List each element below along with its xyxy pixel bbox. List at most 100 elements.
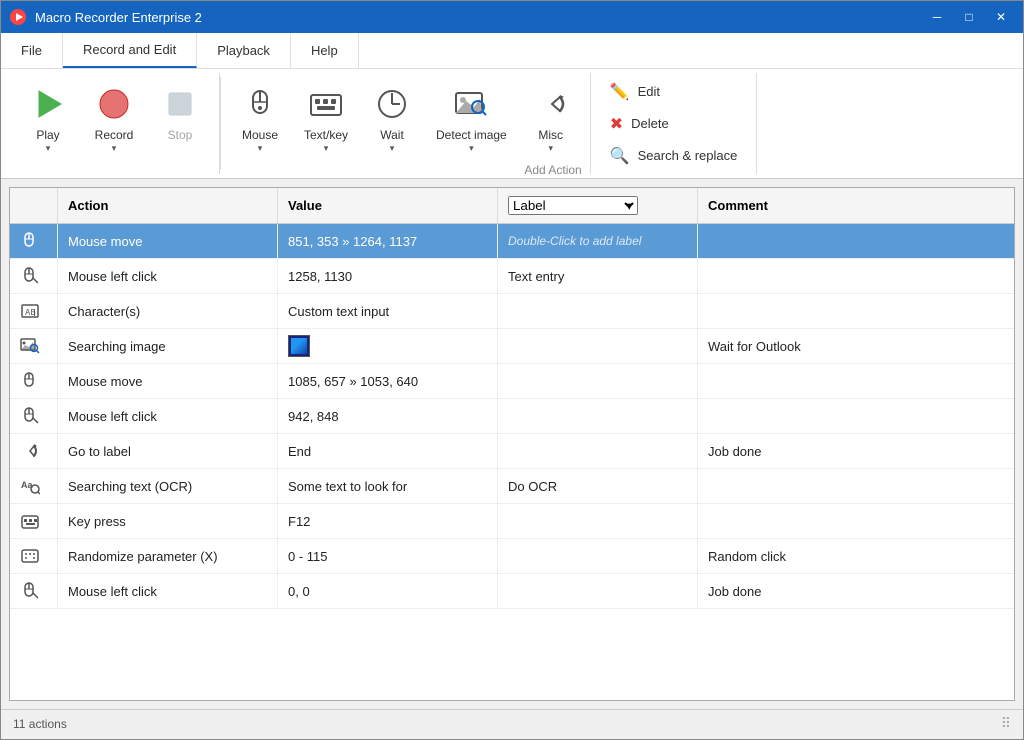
minimize-button[interactable]: ─: [923, 6, 951, 28]
record-icon: [92, 82, 136, 126]
maximize-button[interactable]: □: [955, 6, 983, 28]
delete-x-icon: ✖: [610, 114, 623, 134]
row-action: Mouse move: [58, 364, 278, 398]
row-icon-cell: [10, 434, 58, 468]
edit-pencil-icon: ✏️: [610, 82, 630, 102]
delete-button[interactable]: ✖ Delete: [603, 110, 745, 138]
window-title: Macro Recorder Enterprise 2: [35, 10, 202, 25]
mouse-icon: [238, 82, 282, 126]
table-row[interactable]: Mouse move1085, 657 » 1053, 640: [10, 364, 1014, 399]
table-row[interactable]: AaSearching text (OCR)Some text to look …: [10, 469, 1014, 504]
mouse-button[interactable]: Mouse ▾: [229, 77, 291, 159]
row-icon-cell: [10, 364, 58, 398]
row-label[interactable]: Do OCR: [498, 469, 698, 503]
row-action: Randomize parameter (X): [58, 539, 278, 573]
actions-count: 11 actions: [13, 717, 67, 731]
table-row[interactable]: Searching imageWait for Outlook: [10, 329, 1014, 364]
close-button[interactable]: ✕: [987, 6, 1015, 28]
row-action: Go to label: [58, 434, 278, 468]
row-label[interactable]: [498, 364, 698, 398]
row-icon-cell: AB: [10, 294, 58, 328]
play-button[interactable]: Play ▾: [17, 77, 79, 159]
menu-record-edit[interactable]: Record and Edit: [63, 33, 197, 68]
row-action: Mouse left click: [58, 259, 278, 293]
col-label: Label: [498, 188, 698, 223]
row-icon-cell: [10, 574, 58, 608]
table-row[interactable]: Mouse left click942, 848: [10, 399, 1014, 434]
row-action: Mouse left click: [58, 574, 278, 608]
main-content: Action Value Label Comment Mouse move851…: [9, 187, 1015, 701]
row-icon-cell: [10, 224, 58, 258]
title-bar: Macro Recorder Enterprise 2 ─ □ ✕: [1, 1, 1023, 33]
row-value: Some text to look for: [278, 469, 498, 503]
menu-bar: File Record and Edit Playback Help: [1, 33, 1023, 69]
row-label[interactable]: [498, 294, 698, 328]
row-value: End: [278, 434, 498, 468]
row-comment: Wait for Outlook: [698, 329, 1014, 363]
app-icon: [9, 8, 27, 26]
row-comment: Random click: [698, 539, 1014, 573]
table-row[interactable]: Key pressF12: [10, 504, 1014, 539]
label-placeholder: Double-Click to add label: [508, 234, 641, 248]
mouse-label: Mouse: [242, 128, 278, 142]
row-icon-cell: [10, 539, 58, 573]
col-action: Action: [58, 188, 278, 223]
row-value: 942, 848: [278, 399, 498, 433]
table-row[interactable]: Randomize parameter (X)0 - 115Random cli…: [10, 539, 1014, 574]
row-label[interactable]: [498, 539, 698, 573]
search-replace-icon: 🔍: [610, 146, 630, 166]
row-label[interactable]: [498, 504, 698, 538]
row-icon-cell: Aa: [10, 469, 58, 503]
row-value: [278, 329, 498, 363]
table-row[interactable]: Mouse left click1258, 1130Text entry: [10, 259, 1014, 294]
row-comment: Job done: [698, 574, 1014, 608]
table-body: Mouse move851, 353 » 1264, 1137Double-Cl…: [10, 224, 1014, 700]
record-button[interactable]: Record ▾: [83, 77, 145, 159]
row-value: F12: [278, 504, 498, 538]
edit-button[interactable]: ✏️ Edit: [603, 78, 745, 106]
row-label[interactable]: [498, 434, 698, 468]
row-comment: [698, 504, 1014, 538]
play-label: Play: [36, 128, 59, 142]
status-bar: 11 actions ⠿: [1, 709, 1023, 737]
row-label[interactable]: [498, 399, 698, 433]
menu-file[interactable]: File: [1, 33, 63, 68]
col-comment: Comment: [698, 188, 1014, 223]
stop-button[interactable]: Stop: [149, 77, 211, 147]
row-label[interactable]: [498, 574, 698, 608]
row-value: 1258, 1130: [278, 259, 498, 293]
table-row[interactable]: ABCharacter(s)Custom text input: [10, 294, 1014, 329]
detectimage-label: Detect image: [436, 128, 507, 142]
search-replace-label: Search & replace: [638, 148, 738, 163]
menu-help[interactable]: Help: [291, 33, 359, 68]
edit-label: Edit: [638, 84, 660, 99]
row-value: 1085, 657 » 1053, 640: [278, 364, 498, 398]
row-label[interactable]: Double-Click to add label: [498, 224, 698, 258]
row-comment: [698, 364, 1014, 398]
row-action: Searching text (OCR): [58, 469, 278, 503]
add-action-label: Add Action: [524, 161, 581, 179]
col-icon: [10, 188, 58, 223]
row-action: Mouse left click: [58, 399, 278, 433]
row-action: Character(s): [58, 294, 278, 328]
misc-icon: [529, 82, 573, 126]
edit-group: ✏️ Edit ✖ Delete 🔍 Search & replace: [591, 73, 758, 174]
table-row[interactable]: Mouse left click0, 0Job done: [10, 574, 1014, 609]
wait-button[interactable]: Wait ▾: [361, 77, 423, 159]
textkey-label: Text/key: [304, 128, 348, 142]
textkey-button[interactable]: Text/key ▾: [295, 77, 357, 159]
table-header: Action Value Label Comment: [10, 188, 1014, 224]
search-replace-button[interactable]: 🔍 Search & replace: [603, 142, 745, 170]
row-comment: [698, 399, 1014, 433]
table-row[interactable]: Go to labelEndJob done: [10, 434, 1014, 469]
row-comment: [698, 469, 1014, 503]
add-action-group: Mouse ▾ Text/key ▾: [221, 73, 591, 174]
row-label[interactable]: [498, 329, 698, 363]
misc-button[interactable]: Misc ▾: [520, 77, 582, 159]
menu-playback[interactable]: Playback: [197, 33, 291, 68]
detectimage-button[interactable]: Detect image ▾: [427, 77, 516, 159]
row-label[interactable]: Text entry: [498, 259, 698, 293]
label-dropdown[interactable]: Label: [508, 196, 638, 215]
ribbon: Play ▾ Record ▾ Stop: [1, 69, 1023, 179]
table-row[interactable]: Mouse move851, 353 » 1264, 1137Double-Cl…: [10, 224, 1014, 259]
